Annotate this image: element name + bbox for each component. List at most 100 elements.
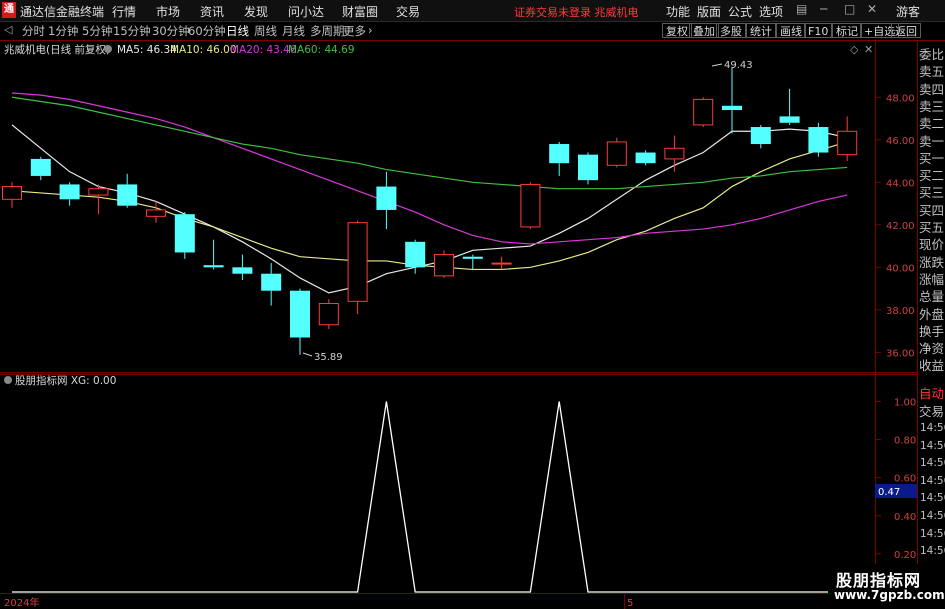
quote-field-label: 买五	[919, 220, 945, 235]
multi-stock-button[interactable]: 多股	[716, 23, 746, 38]
tick-time: 14:56	[920, 527, 945, 540]
indicator-tick-label: 0.80	[894, 436, 916, 447]
candle-body-down	[462, 256, 483, 259]
indicator-tick-label: 0.60	[894, 474, 916, 485]
quote-field-label: 买三	[919, 185, 945, 201]
candle-body-down	[750, 127, 771, 145]
candle-body-down	[549, 144, 570, 164]
period-15min[interactable]: 15分钟	[113, 23, 151, 39]
quote-field-label: 总量	[919, 289, 945, 305]
period-monthly[interactable]: 月线	[282, 23, 305, 39]
back-button[interactable]: 返回	[891, 23, 921, 38]
quote-field-label: 买一	[919, 150, 945, 166]
menu-discover[interactable]: 发现	[244, 3, 268, 20]
period-1min[interactable]: 1分钟	[48, 23, 78, 39]
app-title: 通达信金融终端	[20, 5, 105, 19]
candle-body-down	[59, 184, 80, 200]
quote-field-label: 卖四	[919, 81, 945, 97]
menu-trade[interactable]: 交易	[396, 3, 420, 20]
candle-body-up	[434, 254, 454, 277]
low-price-label: 35.89	[314, 352, 343, 363]
price-tick-label: 44.00	[886, 178, 915, 189]
guest-label[interactable]: 游客	[896, 3, 920, 20]
candle-body-up	[146, 209, 166, 217]
candle-body-down	[722, 105, 742, 111]
mark-button[interactable]: 标记	[832, 23, 862, 38]
candle-body-up	[88, 188, 109, 196]
candle-body-down	[30, 158, 51, 176]
candle-body-down	[261, 273, 282, 291]
candle-body-down	[405, 241, 426, 268]
adjust-button[interactable]: 复权	[662, 23, 692, 38]
price-tick-label: 40.00	[886, 263, 915, 274]
window-list-icon[interactable]: ▤	[796, 2, 807, 16]
menu-layout[interactable]: 版面	[697, 3, 721, 20]
quote-field-label: 换手	[919, 323, 945, 339]
app-logo-icon: 通	[2, 2, 16, 18]
indicator-tick-label: 0.40	[894, 512, 916, 523]
ma-line-ma60	[11, 96, 848, 190]
candle-body-up	[837, 130, 858, 156]
candle-body-up	[693, 98, 714, 126]
menu-market[interactable]: 市场	[156, 3, 180, 20]
candlesticks	[2, 66, 858, 355]
auto-trade-toggle[interactable]: 自动	[919, 383, 944, 402]
tick-time: 14:56	[920, 545, 945, 558]
login-status-warning: 证券交易未登录 兆威机电	[514, 6, 639, 19]
overlay-button[interactable]: 叠加	[689, 23, 719, 38]
menu-quotes[interactable]: 行情	[112, 3, 136, 20]
indicator-tick-label: 0.20	[894, 550, 916, 561]
chart-canvas[interactable]: 36.00 38.00 40.00 42.00 44.00 46.00 48.00 0.20…	[0, 41, 917, 609]
period-multi[interactable]: 多周期	[310, 23, 345, 39]
quote-field-label: 外盘	[919, 306, 945, 322]
quote-field-label: 现价	[919, 237, 945, 253]
indicator-toggle-icon[interactable]	[4, 376, 12, 384]
price-tick-label: 36.00	[886, 348, 915, 359]
price-tick-label: 46.00	[886, 136, 915, 147]
period-5min[interactable]: 5分钟	[82, 23, 112, 39]
candle-body-down	[808, 127, 829, 153]
period-30min[interactable]: 30分钟	[152, 23, 190, 39]
candle-body-up	[318, 302, 339, 326]
quote-field-label: 卖二	[919, 116, 945, 132]
stock-label: 兆威机电(日线 前复权)	[4, 43, 110, 56]
period-more[interactable]: 更多	[343, 23, 366, 39]
tick-time: 14:56	[920, 457, 945, 470]
period-60min[interactable]: 60分钟	[188, 23, 226, 39]
candle-body-up	[520, 183, 541, 228]
candle-body-down	[174, 214, 195, 253]
chart-settings-icon[interactable]: ◇	[850, 43, 859, 56]
ma20-legend: MA20: 43.46	[230, 44, 297, 56]
menu-functions[interactable]: 功能	[666, 3, 690, 20]
candle-body-down	[203, 265, 224, 268]
maximize-icon[interactable]: □	[844, 2, 855, 16]
low-annotation-line	[302, 352, 313, 357]
chart-close-icon[interactable]: ✕	[864, 43, 873, 56]
menu-assistant[interactable]: 问小达	[288, 3, 324, 20]
candle-body-down	[232, 267, 253, 274]
cursor-value: 0.47	[878, 487, 900, 498]
period-weekly[interactable]: 周线	[254, 23, 277, 39]
menu-options[interactable]: 选项	[759, 3, 783, 20]
minimize-icon[interactable]: ─	[820, 2, 827, 16]
ma60-legend: MA60: 44.69	[288, 44, 355, 56]
period-timeshare[interactable]: 分时	[22, 23, 45, 39]
quote-field-label: 委比	[919, 47, 945, 62]
close-icon[interactable]: ✕	[867, 2, 877, 16]
period-daily[interactable]: 日线	[226, 23, 249, 39]
ma-line-ma5	[11, 124, 848, 294]
f10-button[interactable]: F10	[804, 23, 833, 38]
trade-tab[interactable]: 交易	[919, 401, 944, 420]
more-chevron-icon[interactable]: ›	[368, 23, 373, 37]
menu-news[interactable]: 资讯	[200, 3, 224, 20]
menu-formula[interactable]: 公式	[728, 3, 752, 20]
quote-field-label: 净资	[919, 341, 945, 357]
ma10-legend: MA10: 46.00	[170, 44, 237, 56]
quote-field-label: 涨跌	[919, 254, 945, 270]
statistics-button[interactable]: 统计	[746, 23, 776, 38]
menu-wealth-circle[interactable]: 财富圈	[342, 3, 378, 20]
legend-toggle-icon[interactable]	[104, 45, 112, 53]
draw-line-button[interactable]: 画线	[776, 23, 806, 38]
tick-time: 14:56	[920, 510, 945, 522]
sidebar-toggle-icon[interactable]: ◁	[4, 23, 12, 36]
